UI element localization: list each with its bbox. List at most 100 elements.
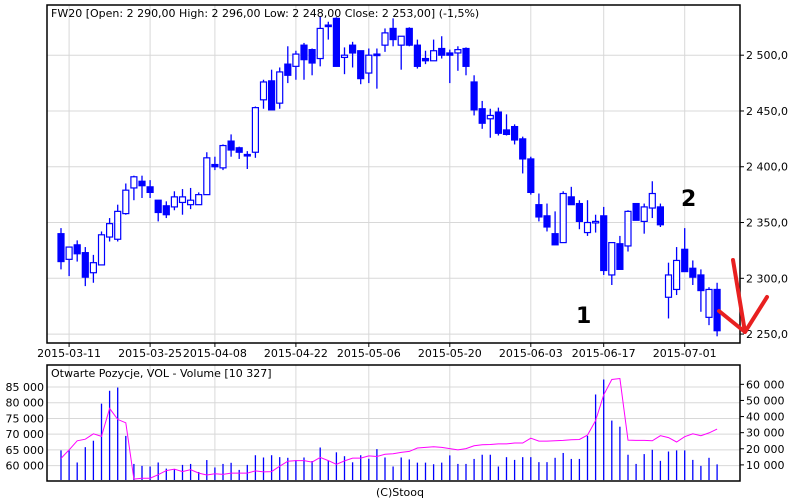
date-tick-label: 2015-03-11 [37, 347, 101, 360]
candle [276, 67, 284, 109]
candle-body-down [535, 204, 543, 218]
background [0, 0, 800, 500]
candle-body-up [608, 242, 616, 276]
date-tick-label: 2015-04-08 [183, 347, 247, 360]
candle-body-down [357, 50, 365, 80]
candle-body-down [324, 24, 332, 28]
candle [195, 192, 203, 206]
candle-body-up [486, 114, 494, 120]
candle [357, 50, 365, 85]
candle [203, 152, 211, 196]
candle-body-up [648, 192, 656, 209]
credit-label: (C)Stooq [376, 486, 424, 499]
candle-body-down [689, 267, 697, 278]
candle-body-up [583, 221, 592, 234]
date-tick-label: 2015-04-22 [264, 347, 328, 360]
volume-panel-title: Otwarte Pozycje, VOL - Volume [10 327] [51, 367, 272, 380]
candle [97, 231, 106, 266]
candle-body-up [397, 35, 405, 46]
candle-body-down [438, 47, 446, 56]
price-tick-label: 2 250,0 [746, 328, 788, 341]
candle-body-down [600, 215, 608, 272]
candle [632, 202, 640, 221]
candle-body-down [681, 248, 689, 273]
candle-body-down [73, 244, 81, 255]
candle-body-up [89, 262, 98, 274]
candle-body-down [81, 252, 89, 278]
candle-body-down [462, 47, 470, 67]
date-tick-label: 2015-07-01 [653, 347, 717, 360]
date-tick-label: 2015-06-03 [499, 347, 563, 360]
price-tick-label: 2 500,0 [746, 49, 788, 62]
candle-body-down [527, 158, 535, 194]
candle-body-up [381, 32, 389, 46]
date-tick-label: 2015-05-06 [337, 347, 401, 360]
candle-body-up [178, 196, 187, 204]
candle-body-up [203, 157, 211, 196]
candle-body-up [430, 50, 438, 62]
volume-tick-label: 50 000 [746, 394, 785, 407]
candle-body-down [478, 108, 486, 124]
candle-body-down [154, 199, 162, 214]
candle-body-down [284, 63, 292, 76]
volume-tick-label: 20 000 [746, 443, 785, 456]
candle-body-down [632, 202, 640, 221]
annotation-1: 1 [576, 304, 591, 329]
candle [527, 156, 535, 195]
candle-body-up [292, 53, 300, 67]
candle-body-down [138, 180, 146, 187]
candle-body-up [454, 49, 462, 54]
candle [656, 203, 665, 227]
date-tick-label: 2015-06-17 [572, 347, 636, 360]
candle-body-up [316, 27, 324, 60]
candle-body-down [211, 163, 219, 168]
volume-tick-label: 10 000 [746, 459, 785, 472]
candle-body-down [373, 53, 381, 57]
price-tick-label: 2 450,0 [746, 105, 788, 118]
open-interest-tick-label: 80 000 [6, 397, 45, 410]
candle-body-down [502, 129, 511, 135]
candle-body-down [470, 81, 478, 111]
candle-body-up [340, 54, 349, 59]
candle-body-up [365, 54, 373, 74]
candle-body-down [413, 44, 421, 67]
candle [332, 17, 340, 67]
volume-tick-label: 60 000 [746, 378, 785, 391]
open-interest-tick-label: 60 000 [6, 460, 45, 473]
candle [251, 106, 259, 158]
annotation-2: 2 [681, 187, 696, 212]
candle-body-down [308, 49, 316, 64]
candle-body-down [656, 206, 665, 226]
candle-body-up [251, 107, 259, 153]
candle-body-up [114, 210, 122, 240]
candle-body-down [268, 80, 276, 111]
candle-body-up [187, 199, 195, 206]
candle-body-up [105, 223, 114, 238]
candle-body-down [300, 44, 308, 61]
candle [494, 107, 502, 136]
candle [405, 27, 413, 47]
candle-body-down [243, 153, 251, 157]
candle-body-up [259, 81, 268, 101]
candle-body-down [349, 44, 357, 54]
candle [559, 191, 567, 244]
candle-body-up [672, 259, 681, 291]
candle [624, 210, 632, 252]
price-tick-label: 2 350,0 [746, 217, 788, 230]
candle-body-up [276, 71, 284, 104]
candle-body-down [421, 57, 430, 62]
candle-body-up [122, 189, 130, 215]
volume-tick-label: 40 000 [746, 411, 785, 424]
candle-body-up [97, 234, 106, 266]
candle [600, 206, 608, 275]
candle-body-up [664, 274, 673, 298]
candle [219, 144, 227, 171]
price-panel-title: FW20 [Open: 2 290,00 High: 2 296,00 Low:… [51, 7, 479, 20]
candle-body-down [567, 196, 575, 206]
candle-body-down [332, 17, 340, 67]
date-tick-label: 2015-03-25 [118, 347, 182, 360]
candle-body-up [624, 210, 632, 247]
stooq-chart: FW20 [Open: 2 290,00 High: 2 296,00 Low:… [0, 0, 800, 500]
candle-body-down [389, 27, 397, 41]
candle-body-down [446, 52, 454, 56]
